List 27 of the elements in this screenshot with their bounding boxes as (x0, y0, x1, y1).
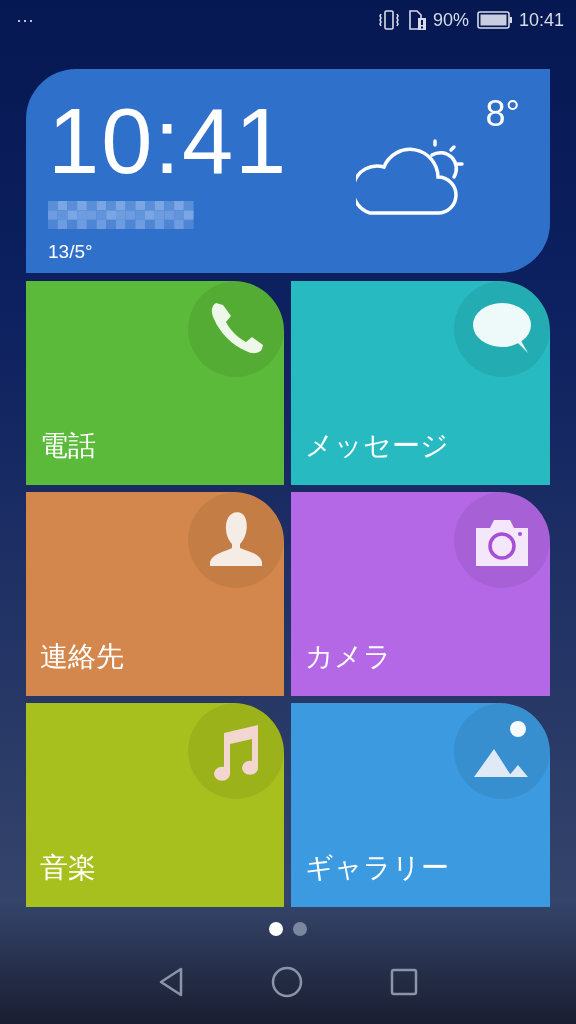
music-note-icon (188, 703, 284, 799)
clock-time: 10:41 (48, 95, 290, 187)
app-tile[interactable]: ギャラリー (291, 703, 550, 907)
clock-weather-widget[interactable]: 10:41 13/5° 8° (26, 69, 550, 273)
app-tile[interactable]: メッセージ (291, 281, 550, 485)
status-time: 10:41 (518, 9, 564, 31)
overflow-icon: ··· (16, 9, 34, 31)
person-icon (188, 492, 284, 588)
current-temperature: 8° (485, 93, 520, 135)
battery-icon (476, 11, 513, 29)
camera-icon (454, 492, 550, 588)
vibrate-icon (377, 10, 400, 30)
app-tile[interactable]: カメラ (291, 492, 550, 696)
app-tile[interactable]: 連絡先 (26, 492, 284, 696)
speech-bubble-icon (454, 281, 550, 377)
home-icon[interactable] (271, 966, 303, 998)
page-indicator-dot[interactable] (293, 922, 307, 936)
recents-icon[interactable] (389, 968, 418, 996)
app-tile[interactable]: 音楽 (26, 703, 284, 907)
sim-alert-icon (407, 10, 427, 30)
battery-percent: 90% (432, 9, 469, 31)
page-indicator-dot[interactable] (269, 922, 283, 936)
phone-icon (188, 281, 284, 377)
app-tile[interactable]: 電話 (26, 281, 284, 485)
temperature-range: 13/5° (48, 241, 94, 263)
back-icon[interactable] (158, 967, 185, 997)
mountain-icon (454, 703, 550, 799)
